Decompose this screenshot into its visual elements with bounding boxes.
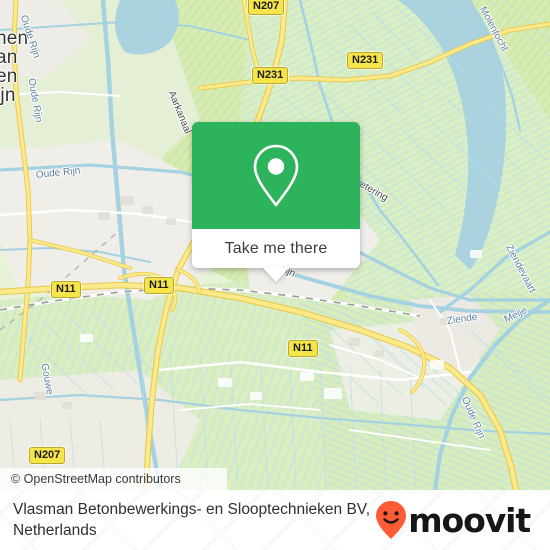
take-me-there-label: Take me there	[224, 239, 328, 257]
destination-callout-card[interactable]: Take me there	[192, 122, 360, 282]
road-shield-n11: N11	[288, 340, 318, 357]
callout-tail	[262, 267, 290, 282]
moovit-pin-icon	[376, 501, 407, 539]
attribution-text: © OpenStreetMap contributors	[11, 472, 181, 486]
take-me-there-button[interactable]: Take me there	[192, 229, 360, 282]
callout-pin-area	[192, 122, 360, 229]
moovit-logo[interactable]: moovit	[374, 500, 531, 540]
road-shield-n231: N231	[347, 52, 384, 69]
road-shield-n207: N207	[29, 447, 66, 464]
map-canvas[interactable]: hen an en ijn Oude Rijn Oude Rijn Oude R…	[0, 0, 550, 490]
moovit-map-share-screen: hen an en ijn Oude Rijn Oude Rijn Oude R…	[0, 0, 550, 550]
road-shield-n11: N11	[51, 281, 81, 298]
moovit-wordmark: moovit	[408, 500, 531, 540]
place-title: Vlasman Betonbewerkings- en Slooptechnie…	[13, 501, 371, 539]
map-pin-icon	[253, 144, 299, 206]
road-shield-n231: N231	[252, 67, 289, 84]
road-shield-n11: N11	[144, 277, 174, 294]
map-attribution[interactable]: © OpenStreetMap contributors	[0, 468, 227, 490]
footer-bar: Vlasman Betonbewerkings- en Slooptechnie…	[0, 490, 550, 550]
road-shield-n207: N207	[248, 0, 285, 15]
